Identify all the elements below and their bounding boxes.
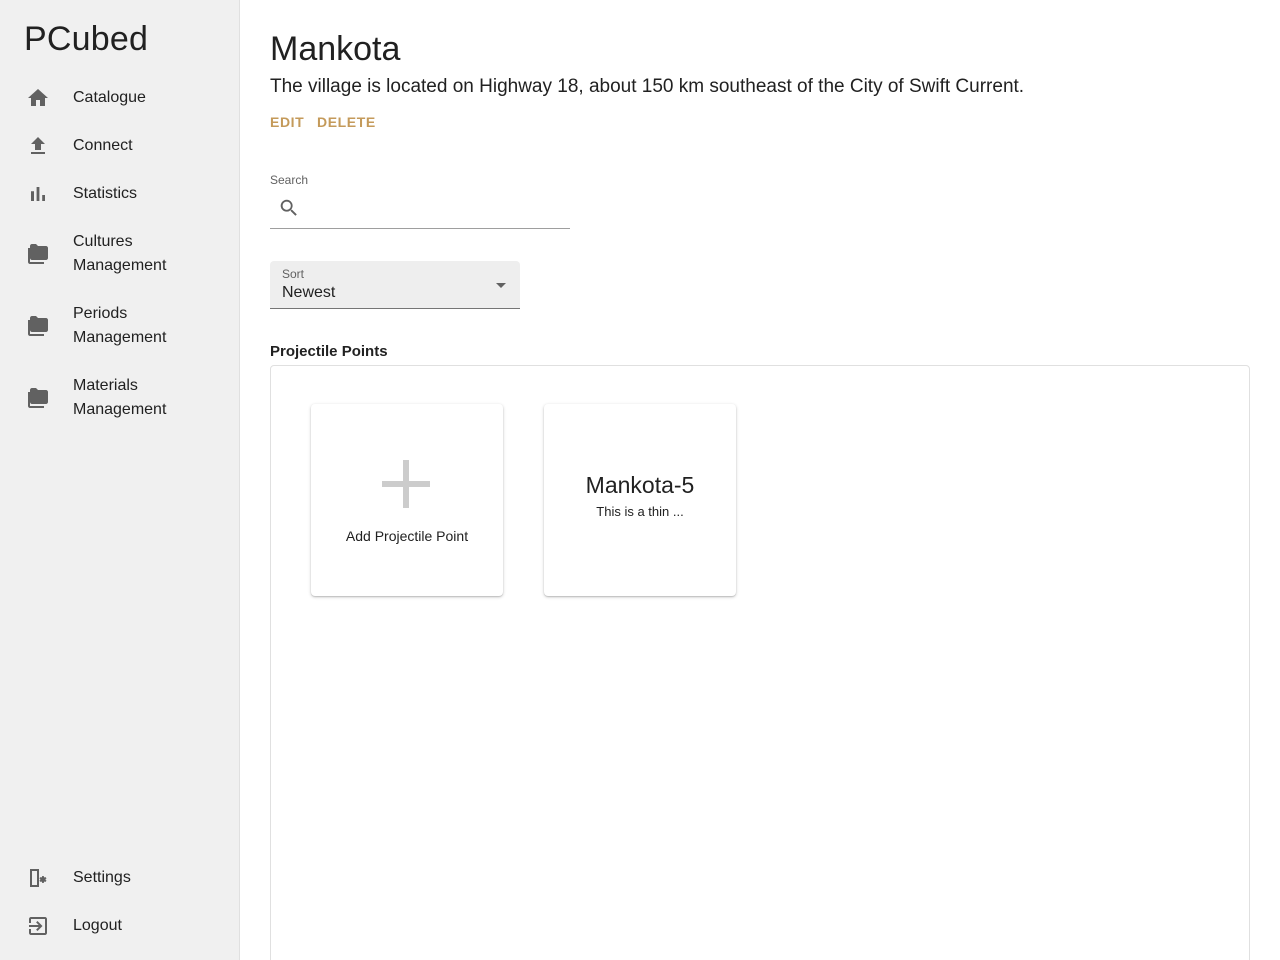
sidebar: PCubed Catalogue Connect Statistics Cult… — [0, 0, 240, 960]
sort-label: Sort — [282, 267, 305, 281]
settings-icon — [26, 866, 50, 890]
projectile-points-panel: Add Projectile Point Mankota-5 This is a… — [270, 365, 1250, 960]
section-title: Projectile Points — [270, 343, 388, 360]
logout-icon — [26, 914, 50, 938]
sidebar-item-label: Logout — [73, 917, 122, 934]
folder-icon — [26, 314, 50, 338]
sidebar-item-label: Connect — [73, 137, 133, 154]
projectile-point-card[interactable]: Mankota-5 This is a thin ... — [544, 404, 736, 596]
search-icon — [280, 199, 297, 216]
sidebar-item-connect[interactable]: Connect — [0, 134, 239, 158]
sidebar-item-materials-management[interactable]: Materials Management — [0, 374, 239, 422]
plus-icon — [382, 460, 430, 508]
sidebar-item-settings[interactable]: Settings — [0, 866, 239, 890]
search-input[interactable] — [308, 194, 563, 224]
chevron-down-icon — [496, 283, 506, 288]
sidebar-item-logout[interactable]: Logout — [0, 914, 239, 938]
main-content: Mankota The village is located on Highwa… — [240, 0, 1280, 960]
add-projectile-point-label: Add Projectile Point — [345, 528, 469, 544]
projectile-point-name: Mankota-5 — [585, 472, 695, 498]
sidebar-item-label: Catalogue — [73, 89, 146, 106]
sort-value: Newest — [282, 284, 336, 301]
sidebar-item-periods-management[interactable]: Periods Management — [0, 302, 239, 350]
edit-button[interactable]: EDIT — [270, 114, 304, 130]
sidebar-item-cultures-management[interactable]: Cultures Management — [0, 230, 239, 278]
folder-icon — [26, 242, 50, 266]
add-projectile-point-card[interactable]: Add Projectile Point — [311, 404, 503, 596]
home-icon — [26, 86, 50, 110]
app-brand: PCubed — [24, 20, 149, 58]
folder-icon — [26, 386, 50, 410]
delete-button[interactable]: DELETE — [317, 114, 376, 130]
page-description: The village is located on Highway 18, ab… — [270, 76, 1025, 97]
sidebar-item-label: Materials Management — [73, 377, 167, 418]
bar-chart-icon — [26, 182, 50, 206]
projectile-point-description: This is a thin ... — [596, 504, 684, 519]
sidebar-item-label: Settings — [73, 869, 131, 886]
search-field — [270, 192, 570, 229]
upload-icon — [26, 134, 50, 158]
sidebar-item-label: Cultures Management — [73, 233, 167, 274]
search-label: Search — [270, 173, 309, 187]
sidebar-item-label: Periods Management — [73, 305, 167, 346]
page-title: Mankota — [270, 30, 401, 68]
sort-select[interactable]: Sort Newest — [270, 261, 520, 309]
sidebar-item-label: Statistics — [73, 185, 138, 202]
sidebar-item-statistics[interactable]: Statistics — [0, 182, 239, 206]
sidebar-item-catalogue[interactable]: Catalogue — [0, 86, 239, 110]
